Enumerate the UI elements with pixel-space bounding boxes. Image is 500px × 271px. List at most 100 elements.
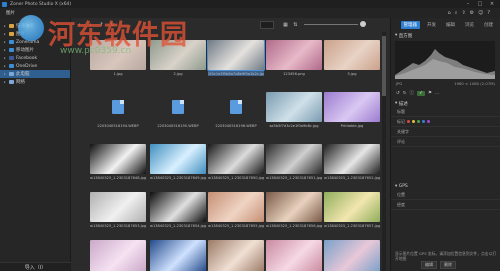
sort-icon[interactable]: ⇅ [292,22,299,29]
thumbnail-item[interactable]: w13840325_1-2303187652.jpg [324,144,380,180]
info-icon[interactable]: ⓘ [410,90,415,96]
close-icon[interactable]: × [486,0,498,8]
thumbnail-item[interactable]: w13840325_1-2303187650.jpg [208,144,264,180]
more-icon[interactable]: … [435,91,440,96]
sidebar-item[interactable]: ▸ 快速访问 [0,22,70,30]
thumbnail-item[interactable]: 1.jpg [90,40,146,76]
thumbnail-item[interactable]: w13840325_1-2303187654.jpg [150,192,206,228]
thumbnail-image [150,192,206,222]
thumbnail-item[interactable]: w13840325_1-2303187649.jpg [150,144,206,180]
describe-header[interactable]: ▾ 描述 [391,100,500,107]
maximize-icon[interactable]: □ [474,0,486,8]
thumbnail-item[interactable]: Printable.jpg [324,92,380,128]
thumbnail-item[interactable] [90,240,146,271]
import-button[interactable]: 导入（I） [0,262,71,271]
thumbnail-caption: 2f4c1e3f5b6a7d8e9f0a1b2c.jpg [208,72,264,76]
panel-button[interactable]: 删除 [440,261,456,269]
flag-icon[interactable]: ⚑ [428,91,432,96]
color-label-icon[interactable] [417,120,420,123]
module-tab[interactable]: 管理器 [400,21,420,29]
thumbnail-image [90,240,146,271]
thumbnail-caption: w13840325_1-2303187652.jpg [324,176,380,180]
back-icon[interactable]: ‹ [76,22,83,29]
gps-header[interactable]: ▾ GPS [391,183,500,190]
panel-button[interactable]: 编辑 [421,261,437,269]
thumbnail-image [324,40,380,70]
thumbnail-item[interactable]: w13840325_1-2303187656.jpg [266,192,322,228]
forward-icon[interactable]: › [87,22,94,29]
thumbnail-size-slider[interactable] [304,24,358,25]
thumbnail-item[interactable]: 2f4c1e3f5b6a7d8e9f0a1b2c.jpg [207,40,265,76]
sidebar-item[interactable]: ▸ OneDrive [0,62,70,70]
color-label-icon[interactable] [427,120,430,123]
sidebar-item-label: Zonerama [16,39,40,45]
module-tab[interactable]: 浏览 [462,21,477,29]
grid-scrollbar[interactable] [382,32,386,271]
color-label-icon[interactable] [422,120,425,123]
module-tab[interactable]: 编辑 [443,21,458,29]
color-label-icon[interactable] [412,120,415,123]
sidebar-item[interactable]: ▸ 网络 [0,78,70,86]
thumbnail-item[interactable]: 2203040516195.WEBP [150,92,206,128]
thumbnail-item[interactable]: w13840325_1-2303187653.jpg [90,192,146,228]
flag-green-icon[interactable]: ✓ [417,90,425,96]
thumbnail-item[interactable] [150,240,206,271]
panel-buttons: 编辑 删除 [421,261,456,269]
thumbnail-item[interactable]: 123456.png [266,40,322,76]
window-controls: – □ × [462,0,498,8]
sidebar-list: ▸ 快速访问 ▸ 图片 ▸ Zonerama ▸ 移动图片 ▸ Facebook ▸ OneDrive… [0,22,70,86]
thumbnail-item[interactable]: w13840325_1-2303187657.jpg [324,192,380,228]
user-icon[interactable]: ☺ [478,9,483,17]
grid-view-icon[interactable]: ▦ [282,22,289,29]
settings-icon[interactable]: ⚙ [470,9,474,17]
thumbnail-item[interactable]: 2203040516196.WEBP [208,92,264,128]
thumbnail-item[interactable] [208,240,264,271]
thumbnail-item[interactable] [266,240,322,271]
window-title: Zoner Photo Studio X (x64) [10,1,72,7]
help-icon[interactable]: ? [487,9,490,17]
rotate-right-icon[interactable]: ↻ [403,91,407,96]
color-label-icon[interactable] [407,120,410,123]
refresh-icon[interactable]: ↻ [109,22,116,29]
thumbnail-item[interactable]: w13840325_1-2303187655.jpg [208,192,264,228]
histogram [395,41,495,79]
home-icon[interactable]: ⌂ [447,9,450,17]
gps-row: 位置 [391,190,500,200]
metadata-row[interactable]: 关键字 [391,127,500,137]
thumbnail-item[interactable]: w13840325_1-2303187651.jpg [266,144,322,180]
thumbnail-item[interactable] [324,240,380,271]
search-icon[interactable]: ⌕ [455,9,458,17]
thumbnail-caption: 2203040516194.WEBP [97,124,139,128]
thumbnail-caption: w13840325_1-2303187657.jpg [324,224,380,228]
menu-pictures[interactable]: 图片 [6,10,15,16]
thumbnail-item[interactable]: 2.jpg [150,40,206,76]
sidebar-item[interactable]: ▸ 图片 [0,30,70,38]
thumbnail-item[interactable]: 2203040516194.WEBP [90,92,146,128]
scrollbar-thumb[interactable] [382,36,386,96]
module-tab[interactable]: 开发 [424,21,439,29]
slider-handle[interactable] [360,21,366,27]
sidebar-item[interactable]: ▸ Facebook [0,54,70,62]
up-icon[interactable]: ↑ [98,22,105,29]
metadata-row[interactable]: 评论 [391,137,500,147]
rotate-left-icon[interactable]: ↺ [396,91,400,96]
thumbnail-item[interactable]: sa5b5f7d3c2e1f0a9b8c.jpg [266,92,322,128]
filter-input[interactable] [260,21,274,29]
thumbnail-item[interactable]: 5.jpg [324,40,380,76]
metadata-row[interactable]: 标记 [391,117,500,127]
thumbnail-image [208,144,264,174]
sidebar-item[interactable]: ▸ Zonerama [0,38,70,46]
thumbnail-image [266,144,322,174]
thumbnail-image [266,192,322,222]
module-tab[interactable]: 创建 [481,21,496,29]
thumbnail-item[interactable]: w13840325_1-2303187648.jpg [90,144,146,180]
sidebar-item[interactable]: ▸ 移动图片 [0,46,70,54]
minimize-icon[interactable]: – [462,0,474,8]
thumbnail-caption: w13840325_1-2303187651.jpg [266,176,322,180]
metadata-row[interactable]: 标题 [391,107,500,117]
thumbnail-caption: 2203040516196.WEBP [215,124,257,128]
sidebar-item-label: 此电脑 [16,72,30,77]
sidebar-item[interactable]: ▸ 此电脑 [0,70,70,78]
histogram-header[interactable]: ▾ 直方图 [391,32,500,39]
share-icon[interactable]: ⇪ [461,9,465,17]
